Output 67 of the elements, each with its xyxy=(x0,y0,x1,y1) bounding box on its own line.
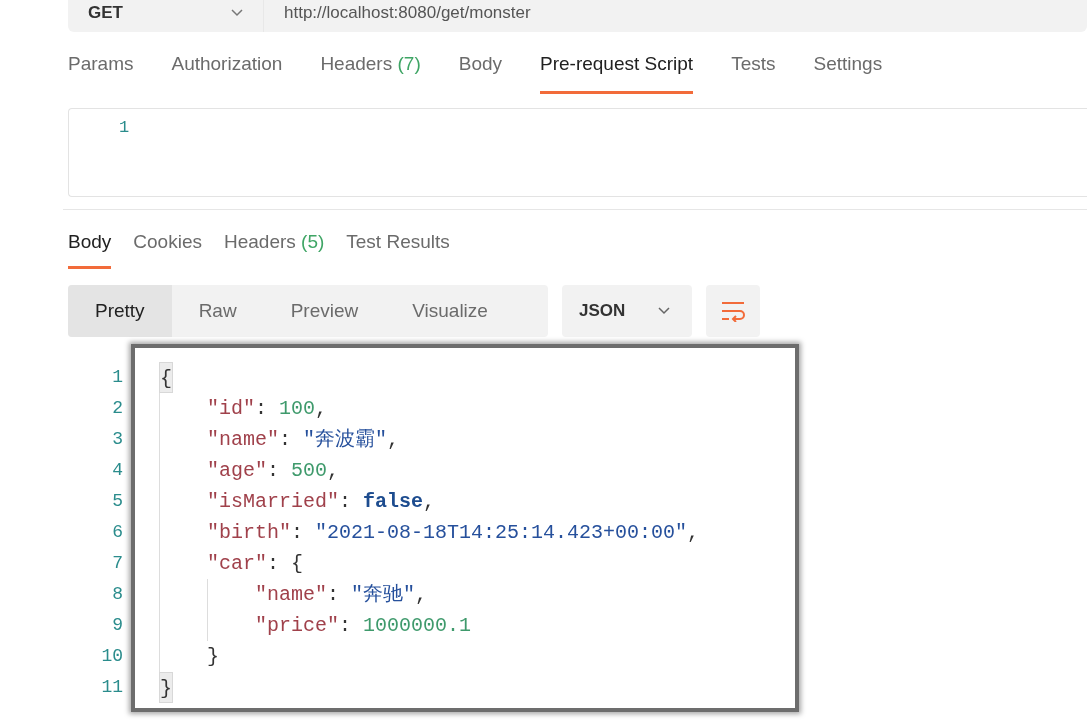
tab[interactable]: Params xyxy=(68,40,134,94)
caret-icon xyxy=(658,307,670,315)
json-key: "age" xyxy=(207,455,267,486)
line-number: 3 xyxy=(111,428,123,451)
script-editor[interactable]: 1 xyxy=(68,107,1087,197)
wrap-lines-button[interactable] xyxy=(706,285,760,337)
view-tab[interactable]: Preview xyxy=(263,285,386,337)
tab[interactable]: Tests xyxy=(731,40,776,94)
json-key: "name" xyxy=(207,424,279,455)
tab[interactable]: Headers (7) xyxy=(320,40,421,94)
bracket: } xyxy=(159,672,173,703)
view-tab[interactable]: Visualize xyxy=(385,285,515,337)
line-number: 11 xyxy=(100,676,123,699)
view-tab[interactable]: Pretty xyxy=(68,285,172,337)
line-number: 10 xyxy=(100,645,123,668)
tab[interactable]: Body xyxy=(68,219,112,269)
punctuation: , xyxy=(415,582,428,608)
json-number: 1000000.1 xyxy=(363,613,472,639)
tab[interactable]: Cookies xyxy=(133,219,202,269)
punctuation: , xyxy=(687,520,700,546)
tab[interactable]: Body xyxy=(458,40,502,94)
line-number: 4 xyxy=(111,459,123,482)
bracket: { xyxy=(159,362,173,393)
wrap-icon xyxy=(720,300,746,322)
json-key: "car" xyxy=(207,548,267,579)
json-number: 500 xyxy=(291,458,328,484)
json-number: 100 xyxy=(279,396,316,422)
tab[interactable]: Test Results xyxy=(346,219,450,269)
punctuation: , xyxy=(387,427,400,453)
punctuation: : xyxy=(279,427,293,453)
json-key: "price" xyxy=(255,610,339,641)
tab[interactable]: Authorization xyxy=(171,40,283,94)
line-number: 9 xyxy=(111,614,123,637)
punctuation: : xyxy=(327,582,341,608)
punctuation: } xyxy=(207,644,219,670)
tab[interactable]: Headers (5) xyxy=(223,219,325,269)
punctuation: : xyxy=(267,458,281,484)
punctuation: : xyxy=(255,396,269,422)
method-select[interactable]: GET xyxy=(68,0,264,32)
json-boolean: false xyxy=(363,489,424,515)
punctuation: , xyxy=(327,458,340,484)
line-number: 2 xyxy=(111,397,123,420)
line-number: 5 xyxy=(111,490,123,513)
json-key: "name" xyxy=(255,579,327,610)
line-number: 6 xyxy=(111,521,123,544)
json-key: "birth" xyxy=(207,517,291,548)
punctuation: : xyxy=(339,613,353,639)
punctuation: , xyxy=(423,489,436,515)
json-string: "奔波霸" xyxy=(303,427,388,453)
tab[interactable]: Settings xyxy=(813,40,883,94)
json-string: "2021-08-18T14:25:14.423+00:00" xyxy=(315,520,688,546)
punctuation: : xyxy=(291,520,305,546)
json-key: "isMarried" xyxy=(207,486,340,517)
punctuation: : { xyxy=(267,551,304,577)
line-number: 8 xyxy=(111,583,123,606)
punctuation: , xyxy=(315,396,328,422)
tab[interactable]: Pre-request Script xyxy=(540,40,694,94)
json-key: "id" xyxy=(207,393,255,424)
caret-icon xyxy=(231,9,243,17)
json-string: "奔驰" xyxy=(351,582,416,608)
format-select[interactable]: JSON xyxy=(562,285,692,337)
line-number: 1 xyxy=(119,116,131,139)
view-tab[interactable]: Raw xyxy=(171,285,264,337)
line-number: 7 xyxy=(111,552,123,575)
punctuation: : xyxy=(339,489,353,515)
line-number: 1 xyxy=(111,366,123,389)
url-field[interactable]: http://localhost:8080/get/monster xyxy=(264,0,531,26)
